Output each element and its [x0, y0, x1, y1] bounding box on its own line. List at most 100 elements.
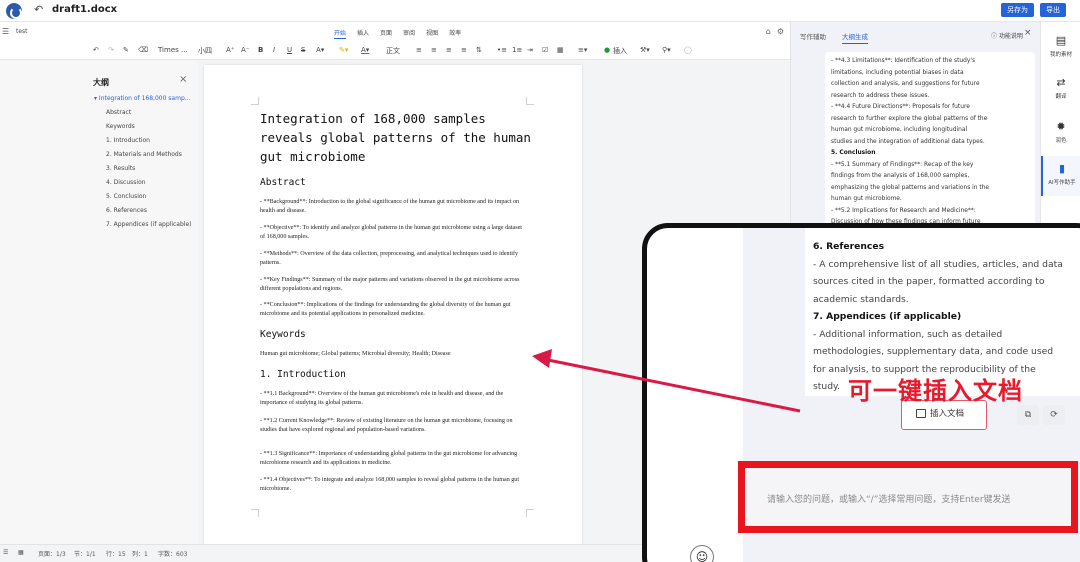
chat-input-box[interactable]: 请输入您的问题，或输入“/”选择常用问题，支持Enter键发送 — [738, 461, 1078, 533]
outline-item-references[interactable]: 6. References — [106, 207, 147, 214]
intro-paragraph: - **1.2 Current Knowledge**: Review of e… — [260, 418, 513, 433]
indent-icon[interactable]: ⇥ — [527, 46, 533, 54]
redo-icon[interactable]: ↷ — [108, 46, 114, 54]
page-count: 页面：1/3 — [38, 551, 66, 558]
ai-response-text: - **4.3 Limitations**: Identification of… — [825, 52, 1035, 229]
tab-writing-assist[interactable]: 写作辅助 — [800, 31, 826, 41]
list-options-icon[interactable]: ≡▾ — [578, 46, 587, 54]
font-size-select[interactable]: 小四 — [198, 46, 212, 56]
outline-item-abstract[interactable]: Abstract — [106, 109, 131, 116]
tab-insert[interactable]: 插入 — [357, 28, 369, 39]
format-painter-icon[interactable]: ✎ — [123, 46, 129, 54]
clipboard-icon: ▤ — [1055, 34, 1067, 47]
paragraph-style-select[interactable]: 正文 — [386, 46, 400, 56]
callout-text: 可一键插入文档 — [848, 377, 1023, 405]
text-effect-icon[interactable]: A▾ — [316, 46, 324, 54]
tab-page[interactable]: 页面 — [380, 28, 392, 39]
outline-item-appendices[interactable]: 7. Appendices (if applicable) — [106, 221, 192, 228]
grow-font-icon[interactable]: A⁺ — [226, 46, 234, 54]
strikethrough-icon[interactable]: S — [301, 46, 305, 54]
sidebar-item-polish[interactable]: ✹ 润色 — [1041, 120, 1080, 144]
sidebar-item-ai-writing[interactable]: ▮ AI写作助手 — [1041, 156, 1080, 196]
back-icon[interactable]: ↶ — [34, 3, 43, 16]
save-as-button[interactable]: 另存为 — [1001, 3, 1034, 17]
tab-efficiency[interactable]: 效率 — [449, 28, 461, 39]
page-corner-mark — [251, 509, 259, 517]
grid-view-icon[interactable]: ▦ — [18, 549, 24, 556]
chat-input-placeholder: 请输入您的问题，或输入“/”选择常用问题，支持Enter键发送 — [767, 495, 1011, 505]
shrink-font-icon[interactable]: A⁻ — [241, 46, 249, 54]
justify-icon[interactable]: ≡ — [461, 46, 467, 54]
zoom-line: sources cited in the paper, formatted ac… — [813, 276, 1045, 287]
outline-item-keywords[interactable]: Keywords — [106, 123, 135, 130]
undo-icon[interactable]: ↶ — [93, 46, 99, 54]
line-spacing-icon[interactable]: ⇅ — [476, 46, 482, 54]
row-indicator: 行：15 — [106, 551, 126, 558]
ribbon-tab-row: ☰ test 开始 插入 页面 审阅 视图 效率 ⌂ ⚙ — [0, 22, 790, 42]
document-page[interactable]: Integration of 168,000 samples reveals g… — [204, 65, 582, 545]
file-label: test — [16, 28, 28, 35]
title-bar: ↶ draft1.docx 另存为 导出 — [0, 0, 1080, 22]
align-center-icon[interactable]: ≡ — [431, 46, 437, 54]
table-icon[interactable]: ▦ — [557, 46, 564, 54]
abstract-paragraph: - **Conclusion**: Implications of the fi… — [260, 302, 511, 317]
ai-line: limitations, including potential biases … — [831, 69, 964, 76]
underline-icon[interactable]: U — [287, 46, 292, 54]
copy-icon[interactable]: ⧉ — [1017, 405, 1039, 425]
menu-icon[interactable]: ☰ — [2, 27, 9, 36]
outline-item-introduction[interactable]: 1. Introduction — [106, 137, 150, 144]
sidebar-item-translate[interactable]: ⇄ 翻译 — [1041, 76, 1080, 100]
align-right-icon[interactable]: ≡ — [446, 46, 452, 54]
tab-start[interactable]: 开始 — [334, 28, 347, 39]
sidebar-item-label: 润色 — [1055, 138, 1067, 144]
section-count: 节：1/1 — [74, 551, 96, 558]
settings-icon[interactable]: ⚙ — [777, 27, 784, 36]
ribbon-tabs: 开始 插入 页面 审阅 视图 效率 — [334, 28, 461, 39]
layout-icon[interactable]: ☰ — [3, 549, 8, 556]
export-button[interactable]: 导出 — [1040, 3, 1066, 17]
tools-icon[interactable]: ⚒▾ — [640, 46, 650, 54]
highlight-icon[interactable]: ✎▾ — [339, 46, 348, 54]
bullet-list-icon[interactable]: •≡ — [497, 46, 507, 54]
bold-icon[interactable]: B — [258, 46, 263, 54]
translate-icon: ⇄ — [1056, 76, 1066, 89]
insert-plus-icon[interactable]: ● — [604, 46, 610, 54]
more-icon[interactable]: ◯ — [684, 46, 692, 54]
outline-title: 大纲 — [93, 78, 109, 87]
outline-item-conclusion[interactable]: 5. Conclusion — [106, 193, 146, 200]
assistant-bot-icon[interactable]: ☺ — [690, 545, 714, 562]
ai-line: research to address these issues. — [831, 92, 930, 99]
numbered-list-icon[interactable]: 1≡ — [512, 46, 522, 54]
home-icon[interactable]: ⌂ — [766, 27, 771, 36]
insert-menu[interactable]: 插入 — [613, 46, 627, 56]
tab-view[interactable]: 视图 — [426, 28, 438, 39]
checkbox-icon[interactable]: ☑ — [542, 46, 548, 54]
ai-line: - **5.2 Implications for Research and Me… — [831, 207, 976, 214]
clear-format-icon[interactable]: ⌫ — [138, 46, 148, 54]
align-left-icon[interactable]: ≡ — [416, 46, 422, 54]
ai-line: - **4.3 Limitations**: Identification of… — [831, 58, 976, 64]
tab-outline-generate[interactable]: 大纲生成 — [842, 31, 868, 44]
font-family-select[interactable]: Times ... — [158, 46, 188, 54]
sidebar-item-my-materials[interactable]: ▤ 我的素材 — [1041, 34, 1080, 58]
outline-item-discussion[interactable]: 4. Discussion — [106, 179, 146, 186]
page-corner-mark — [526, 97, 534, 105]
introduction-heading: 1. Introduction — [260, 369, 346, 380]
keywords-heading: Keywords — [260, 329, 306, 340]
find-icon[interactable]: ⚲▾ — [662, 46, 671, 54]
font-color-icon[interactable]: A▾ — [361, 46, 369, 54]
close-icon[interactable]: × — [1024, 28, 1032, 38]
close-icon[interactable]: × — [179, 74, 187, 85]
regenerate-icon[interactable]: ⟳ — [1043, 405, 1065, 425]
ai-line: research to further explore the global p… — [831, 115, 988, 122]
ai-line: - **4.4 Future Directions**: Proposals f… — [831, 104, 970, 110]
tab-review[interactable]: 审阅 — [403, 28, 415, 39]
outline-item-title[interactable]: ▾ Integration of 168,000 samp... — [94, 95, 190, 102]
insert-document-label: 插入文档 — [930, 409, 965, 419]
outline-item-results[interactable]: 3. Results — [106, 165, 135, 172]
abstract-paragraph: - **Objective**: To identify and analyze… — [260, 225, 522, 240]
outline-item-methods[interactable]: 2. Materials and Methods — [106, 151, 182, 158]
italic-icon[interactable]: I — [273, 46, 275, 54]
help-link[interactable]: ⓘ 功能说明 — [991, 31, 1023, 40]
sidebar-item-label: AI写作助手 — [1048, 180, 1076, 186]
